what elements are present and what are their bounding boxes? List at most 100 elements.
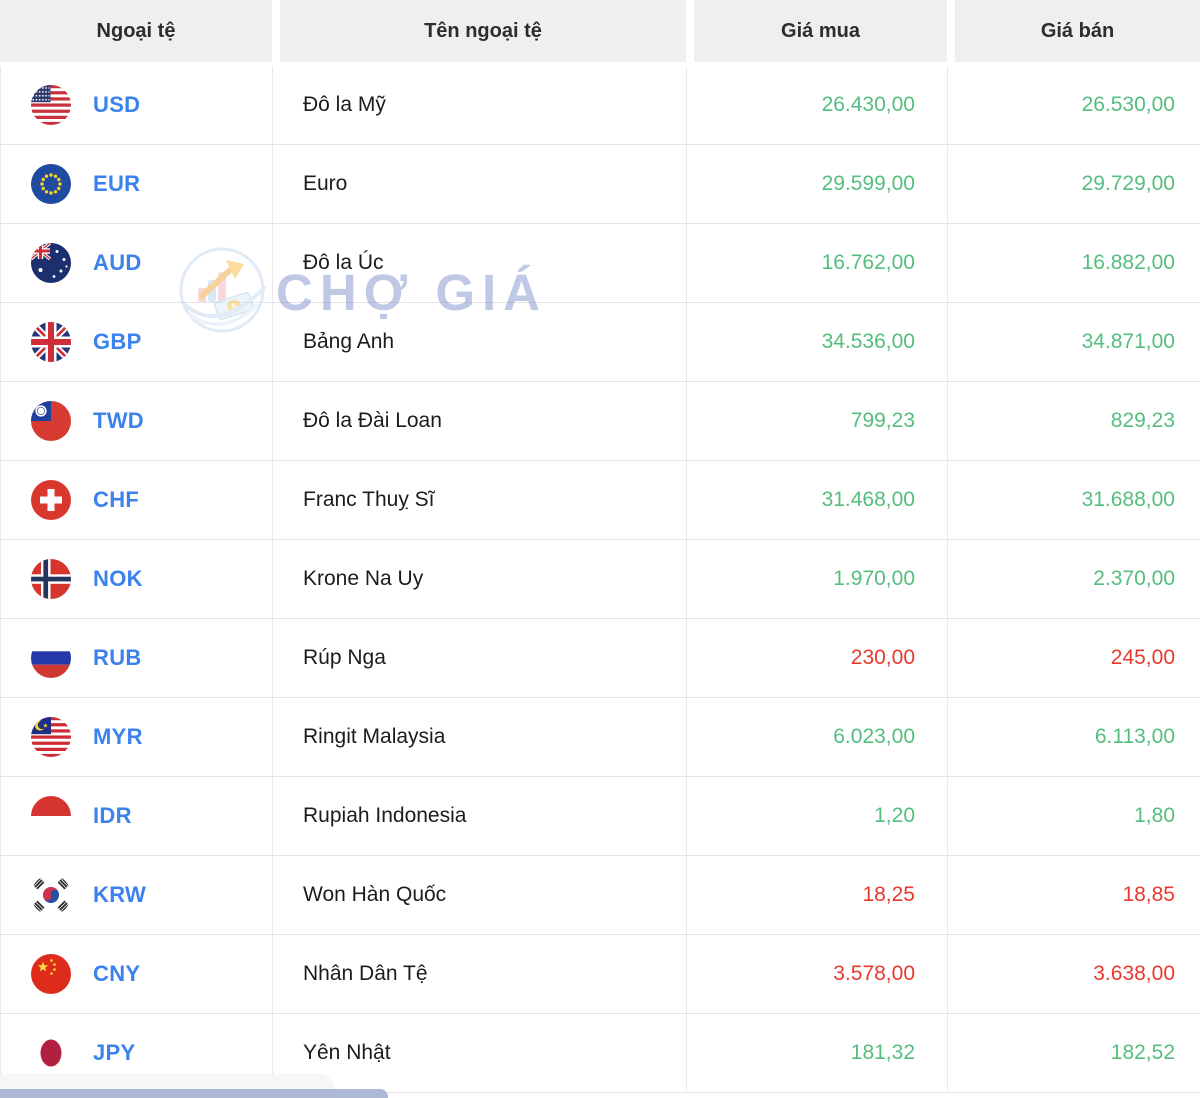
sell-price-value: 829,23 bbox=[1110, 409, 1175, 432]
currency-name: Euro bbox=[272, 145, 686, 224]
buy-price-value: 16.762,00 bbox=[821, 251, 915, 274]
currency-code-link[interactable]: GBP bbox=[93, 329, 142, 355]
sell-price-cell: 31.688,00 bbox=[947, 461, 1200, 540]
currency-code-link[interactable]: NOK bbox=[93, 566, 143, 592]
currency-code-link[interactable]: CHF bbox=[93, 487, 139, 513]
currency-code-link[interactable]: MYR bbox=[93, 724, 143, 750]
currency-cell: MYR bbox=[0, 698, 272, 777]
currency-name: Krone Na Uy bbox=[272, 540, 686, 619]
uk-flag-icon bbox=[31, 322, 71, 362]
currency-cell: KRW bbox=[0, 856, 272, 935]
currency-cell-content: GBP bbox=[1, 322, 272, 362]
sell-price-value: 31.688,00 bbox=[1081, 488, 1175, 511]
currency-cell: AUD bbox=[0, 224, 272, 303]
currency-cell-content: MYR bbox=[1, 717, 272, 757]
japan-flag-icon bbox=[31, 1033, 71, 1073]
sell-price-value: 29.729,00 bbox=[1081, 172, 1175, 195]
malaysia-flag-icon bbox=[31, 717, 71, 757]
buy-price-value: 26.430,00 bbox=[821, 93, 915, 116]
table-row: NOK Krone Na Uy 1.970,00 2.370,00 bbox=[0, 540, 1200, 619]
currency-cell-content: IDR bbox=[1, 796, 272, 836]
buy-price-cell: 29.599,00 bbox=[686, 145, 947, 224]
exchange-rates-page: Ngoại tệ Tên ngoại tệ Giá mua Giá bán US… bbox=[0, 0, 1200, 1098]
currency-code-link[interactable]: TWD bbox=[93, 408, 144, 434]
buy-price-cell: 18,25 bbox=[686, 856, 947, 935]
table-row: IDR Rupiah Indonesia 1,20 1,80 bbox=[0, 777, 1200, 856]
currency-name: Yên Nhật bbox=[272, 1014, 686, 1093]
currency-code-link[interactable]: JPY bbox=[93, 1040, 135, 1066]
norway-flag-icon bbox=[31, 559, 71, 599]
currency-cell: CHF bbox=[0, 461, 272, 540]
sell-price-cell: 245,00 bbox=[947, 619, 1200, 698]
buy-price-cell: 16.762,00 bbox=[686, 224, 947, 303]
south-korea-flag-icon bbox=[31, 875, 71, 915]
currency-code-link[interactable]: IDR bbox=[93, 803, 132, 829]
currency-code-link[interactable]: EUR bbox=[93, 171, 140, 197]
buy-price-cell: 1.970,00 bbox=[686, 540, 947, 619]
currency-name: Won Hàn Quốc bbox=[272, 856, 686, 935]
table-row: RUB Rúp Nga 230,00 245,00 bbox=[0, 619, 1200, 698]
table-row: AUD Đô la Úc 16.762,00 16.882,00 bbox=[0, 224, 1200, 303]
currency-cell-content: EUR bbox=[1, 164, 272, 204]
sell-price-cell: 16.882,00 bbox=[947, 224, 1200, 303]
currency-cell: TWD bbox=[0, 382, 272, 461]
currency-cell-content: USD bbox=[1, 85, 272, 125]
currency-cell: USD bbox=[0, 66, 272, 145]
buy-price-value: 230,00 bbox=[850, 646, 915, 669]
exchange-rate-table: Ngoại tệ Tên ngoại tệ Giá mua Giá bán US… bbox=[0, 0, 1200, 1093]
buy-price-value: 31.468,00 bbox=[821, 488, 915, 511]
currency-name: Đô la Mỹ bbox=[272, 66, 686, 145]
currency-cell: CNY bbox=[0, 935, 272, 1014]
currency-cell-content: CHF bbox=[1, 480, 272, 520]
china-flag-icon bbox=[31, 954, 71, 994]
buy-price-value: 29.599,00 bbox=[821, 172, 915, 195]
table-row: TWD Đô la Đài Loan 799,23 829,23 bbox=[0, 382, 1200, 461]
currency-cell: GBP bbox=[0, 303, 272, 382]
buy-price-cell: 799,23 bbox=[686, 382, 947, 461]
currency-cell-content: CNY bbox=[1, 954, 272, 994]
buy-price-value: 6.023,00 bbox=[833, 725, 915, 748]
buy-price-value: 3.578,00 bbox=[833, 962, 915, 985]
column-header-currency: Ngoại tệ bbox=[0, 0, 272, 66]
currency-cell-content: KRW bbox=[1, 875, 272, 915]
sell-price-value: 245,00 bbox=[1110, 646, 1175, 669]
bottom-sheet-handle[interactable] bbox=[0, 1089, 388, 1098]
sell-price-cell: 29.729,00 bbox=[947, 145, 1200, 224]
currency-name: Franc Thuỵ Sĩ bbox=[272, 461, 686, 540]
buy-price-cell: 181,32 bbox=[686, 1014, 947, 1093]
sell-price-value: 3.638,00 bbox=[1093, 962, 1175, 985]
table-row: CHF Franc Thuỵ Sĩ 31.468,00 31.688,00 bbox=[0, 461, 1200, 540]
sell-price-value: 26.530,00 bbox=[1081, 93, 1175, 116]
currency-name: Rupiah Indonesia bbox=[272, 777, 686, 856]
sell-price-value: 16.882,00 bbox=[1081, 251, 1175, 274]
column-header-sell-price: Giá bán bbox=[947, 0, 1200, 66]
sell-price-value: 18,85 bbox=[1122, 883, 1175, 906]
currency-code-link[interactable]: AUD bbox=[93, 250, 142, 276]
taiwan-flag-icon bbox=[31, 401, 71, 441]
indonesia-flag-icon bbox=[31, 796, 71, 836]
buy-price-cell: 31.468,00 bbox=[686, 461, 947, 540]
sell-price-value: 6.113,00 bbox=[1094, 725, 1175, 748]
sell-price-cell: 2.370,00 bbox=[947, 540, 1200, 619]
currency-code-link[interactable]: KRW bbox=[93, 882, 146, 908]
table-row: CNY Nhân Dân Tệ 3.578,00 3.638,00 bbox=[0, 935, 1200, 1014]
currency-code-link[interactable]: USD bbox=[93, 92, 140, 118]
currency-name: Bảng Anh bbox=[272, 303, 686, 382]
buy-price-value: 18,25 bbox=[862, 883, 915, 906]
currency-name: Đô la Đài Loan bbox=[272, 382, 686, 461]
currency-name: Rúp Nga bbox=[272, 619, 686, 698]
currency-name: Ringit Malaysia bbox=[272, 698, 686, 777]
currency-cell-content: RUB bbox=[1, 638, 272, 678]
table-row: MYR Ringit Malaysia 6.023,00 6.113,00 bbox=[0, 698, 1200, 777]
buy-price-cell: 26.430,00 bbox=[686, 66, 947, 145]
sell-price-cell: 829,23 bbox=[947, 382, 1200, 461]
currency-code-link[interactable]: RUB bbox=[93, 645, 142, 671]
table-header: Ngoại tệ Tên ngoại tệ Giá mua Giá bán bbox=[0, 0, 1200, 66]
australia-flag-icon bbox=[31, 243, 71, 283]
usa-flag-icon bbox=[31, 85, 71, 125]
currency-cell-content: AUD bbox=[1, 243, 272, 283]
currency-code-link[interactable]: CNY bbox=[93, 961, 140, 987]
switzerland-flag-icon bbox=[31, 480, 71, 520]
sell-price-cell: 26.530,00 bbox=[947, 66, 1200, 145]
buy-price-cell: 3.578,00 bbox=[686, 935, 947, 1014]
